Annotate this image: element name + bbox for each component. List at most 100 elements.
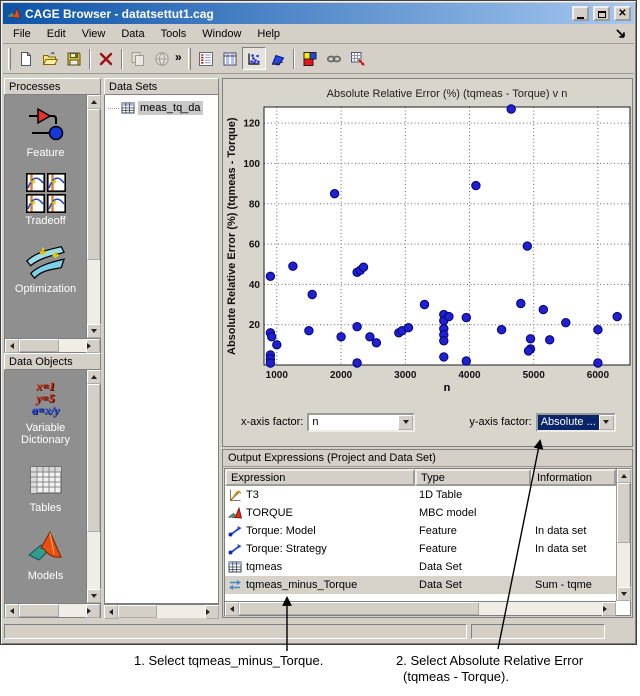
x-axis-factor-select[interactable]: n <box>307 412 416 432</box>
title-bar[interactable]: CAGE Browser - datatsettut1.cag ✕ <box>3 3 634 24</box>
scroll-up-button[interactable] <box>617 469 631 483</box>
svg-text:5000: 5000 <box>523 370 546 381</box>
column-header-information[interactable]: Information <box>531 469 616 486</box>
sidebar-item-tradeoff[interactable]: Tradeoff <box>25 173 67 227</box>
scroll-down-button[interactable] <box>87 589 101 603</box>
expression-information: In data set <box>535 525 587 537</box>
toolbar-grip[interactable] <box>187 47 191 70</box>
toolbar-overflow-button[interactable]: » <box>174 50 185 68</box>
scroll-up-button[interactable] <box>87 95 101 109</box>
table-hscrollbar[interactable] <box>225 601 616 616</box>
annotation-step-2: 2. Select Absolute Relative Error (tqmea… <box>396 653 583 685</box>
open-file-button[interactable] <box>38 47 62 70</box>
scroll-left-button[interactable] <box>5 604 19 618</box>
data-objects-hscrollbar[interactable] <box>5 603 100 618</box>
view-plot-button[interactable] <box>241 47 266 70</box>
data-objects-scrollbar[interactable] <box>86 370 101 603</box>
matlab-logo-icon <box>6 6 21 21</box>
expression-name: TORQUE <box>246 507 293 519</box>
menu-view[interactable]: View <box>74 25 114 43</box>
scroll-up-button[interactable] <box>87 370 101 384</box>
svg-text:3000: 3000 <box>394 370 417 381</box>
scroll-right-button[interactable] <box>205 605 219 619</box>
menu-edit[interactable]: Edit <box>39 25 74 43</box>
sidebar-item-optimization[interactable]: Optimization <box>15 241 76 295</box>
menu-help[interactable]: Help <box>249 25 288 43</box>
dataset-item-meas-tq-da[interactable]: meas_tq_da <box>105 100 218 116</box>
sidebar-item-feature[interactable]: Feature <box>25 105 67 159</box>
scroll-right-button[interactable] <box>86 339 100 353</box>
data-sets-hscrollbar[interactable] <box>104 604 219 619</box>
menu-tools[interactable]: Tools <box>153 25 195 43</box>
new-file-button[interactable] <box>14 47 38 70</box>
link-button[interactable] <box>322 47 346 70</box>
menu-file[interactable]: File <box>5 25 39 43</box>
cage-browser-window: CAGE Browser - datatsettut1.cag ✕ File Ed… <box>0 0 637 645</box>
close-button[interactable]: ✕ <box>614 6 631 21</box>
tradeoff-icon <box>25 173 67 213</box>
menu-data[interactable]: Data <box>113 25 152 43</box>
toolbar: » <box>3 44 634 74</box>
dataset-table-icon <box>228 560 242 574</box>
expression-name: T3 <box>246 489 259 501</box>
x-axis-factor-dropdown-button[interactable] <box>398 414 414 430</box>
expression-type: Feature <box>419 543 457 555</box>
scroll-right-button[interactable] <box>86 604 100 618</box>
maximize-button[interactable] <box>593 6 610 21</box>
models-icon <box>25 528 67 568</box>
save-button[interactable] <box>62 47 86 70</box>
feature-icon <box>25 105 67 145</box>
expression-row-torque-strategy[interactable]: Torque: Strategy Feature In data set <box>225 540 616 558</box>
minimize-button[interactable] <box>572 6 589 21</box>
x-axis-factor-label: x-axis factor: <box>241 416 304 428</box>
sidebar-item-models[interactable]: Models <box>25 528 67 582</box>
sidebar-item-label: Feature <box>26 147 65 159</box>
processes-scrollbar[interactable] <box>86 95 101 338</box>
scroll-left-button[interactable] <box>5 339 19 353</box>
scroll-down-button[interactable] <box>617 587 631 601</box>
table-vscrollbar[interactable] <box>616 469 631 601</box>
variable-dictionary-icon: x=1 y=5 a=x/y <box>31 379 60 417</box>
svg-text:60: 60 <box>249 240 261 251</box>
expression-information: Sum - tqme <box>535 579 592 591</box>
y-axis-factor-select[interactable]: Absolute ... <box>535 412 616 432</box>
sidebar-item-tables[interactable]: Tables <box>25 460 67 514</box>
expression-row-tqmeas-minus-torque[interactable]: tqmeas_minus_Torque Data Set Sum - tqme <box>225 576 616 594</box>
column-header-expression[interactable]: Expression <box>225 469 415 486</box>
sidebar-item-variable-dictionary[interactable]: x=1 y=5 a=x/y Variable Dictionary <box>11 380 81 446</box>
expression-name: tqmeas_minus_Torque <box>246 579 358 591</box>
expression-type: Data Set <box>419 561 462 573</box>
expression-row-torque-model[interactable]: Torque: Model Feature In data set <box>225 522 616 540</box>
expression-row-t3[interactable]: T3 1D Table <box>225 486 616 504</box>
axis-factor-row: x-axis factor: n y-axis factor: Absolute… <box>223 409 632 435</box>
expression-row-tqmeas[interactable]: tqmeas Data Set <box>225 558 616 576</box>
expression-type: MBC model <box>419 507 477 519</box>
y-axis-factor-dropdown-button[interactable] <box>598 414 614 430</box>
color-button[interactable] <box>298 47 322 70</box>
scroll-right-button[interactable] <box>602 602 616 616</box>
view-table-button[interactable] <box>218 47 242 70</box>
menu-window[interactable]: Window <box>194 25 249 43</box>
annotation-step-2-line2: (tqmeas - Torque). <box>403 669 509 684</box>
toolbar-grip[interactable] <box>8 47 11 70</box>
export-button[interactable] <box>346 47 370 70</box>
svg-text:20: 20 <box>249 320 261 331</box>
sidebar-item-label: Models <box>27 570 64 582</box>
scroll-down-button[interactable] <box>87 324 101 338</box>
view-surface-button[interactable] <box>266 47 290 70</box>
dock-arrow-icon[interactable] <box>614 27 628 41</box>
scatter-plot[interactable]: 1000 2000 3000 4000 5000 6000 20 40 60 80 100 120 <box>223 79 634 409</box>
x-axis-factor-value: n <box>312 415 319 428</box>
view-data-button[interactable] <box>194 47 218 70</box>
dataset-table-icon <box>121 101 135 115</box>
scroll-left-button[interactable] <box>104 605 118 619</box>
data-objects-header: Data Objects <box>4 353 101 370</box>
delete-button[interactable] <box>94 47 118 70</box>
toolbar-separator <box>121 48 123 69</box>
svg-text:100: 100 <box>243 159 260 170</box>
expression-row-torque[interactable]: TORQUE MBC model <box>225 504 616 522</box>
processes-hscrollbar[interactable] <box>5 338 100 353</box>
svg-text:1000: 1000 <box>266 370 289 381</box>
column-header-type[interactable]: Type <box>415 469 531 486</box>
scroll-left-button[interactable] <box>225 602 239 616</box>
